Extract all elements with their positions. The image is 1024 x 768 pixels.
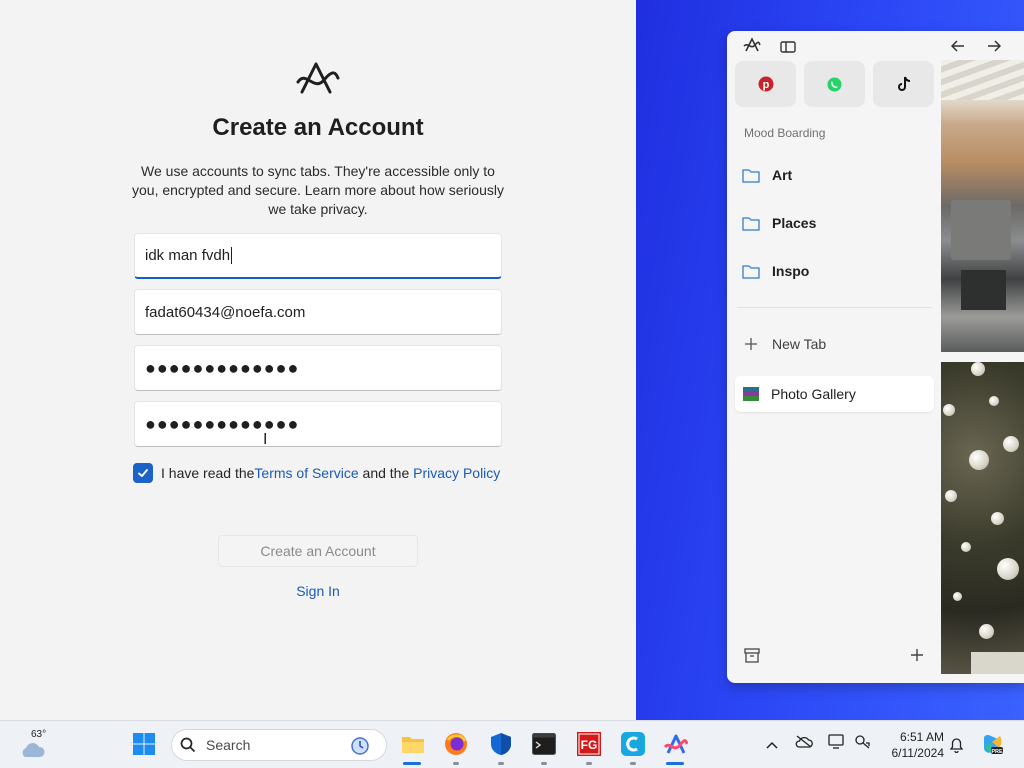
add-space-plus-icon[interactable] [910, 648, 924, 667]
whatsapp-favorite[interactable] [804, 61, 865, 107]
back-arrow-icon[interactable] [950, 39, 965, 57]
signup-description: We use accounts to sync tabs. They're ac… [132, 163, 504, 217]
file-explorer-button[interactable] [400, 731, 426, 757]
network-icon[interactable] [854, 734, 870, 754]
arc-logo-icon [296, 62, 340, 94]
new-tab-label: New Tab [772, 336, 827, 352]
onedrive-icon[interactable] [795, 735, 813, 753]
tiktok-favorite[interactable] [873, 61, 934, 107]
windows-logo-icon [133, 733, 155, 755]
clock-date: 6/11/2024 [891, 746, 945, 760]
password-field[interactable]: ●●●●●●●●●●●●● [134, 345, 502, 391]
taskbar-search[interactable]: Search [171, 729, 387, 761]
pinterest-favorite[interactable]: p [735, 61, 796, 107]
tab-photo-gallery[interactable]: Photo Gallery [735, 376, 934, 412]
copilot-icon[interactable]: PRE [980, 732, 1004, 761]
name-field-value: idk man fvdh [145, 247, 231, 264]
svg-text:PRE: PRE [991, 749, 1003, 755]
running-indicator [453, 762, 459, 765]
system-clock[interactable]: 6:51 AM 6/11/2024 [882, 729, 945, 761]
folder-places[interactable]: Places [742, 212, 816, 234]
browser-window: p Mood Boarding Art Places Inspo New Tab [727, 31, 1024, 683]
folder-icon [742, 169, 760, 183]
display-icon[interactable] [828, 734, 844, 754]
cloud-icon [22, 743, 45, 757]
search-icon [180, 737, 196, 753]
password-field-value: ●●●●●●●●●●●●● [145, 357, 300, 378]
terms-of-service-link[interactable]: Terms of Service [254, 465, 358, 481]
folder-icon [402, 737, 424, 753]
folder-label: Places [772, 215, 817, 231]
whatsapp-icon [827, 76, 842, 92]
tab-label: Photo Gallery [771, 386, 856, 402]
firefox-button[interactable] [443, 731, 469, 757]
folder-inspo[interactable]: Inspo [742, 260, 809, 282]
firefox-icon [445, 733, 467, 755]
photo-gallery-favicon-icon [743, 387, 759, 401]
terminal-button[interactable] [531, 731, 557, 757]
arc-browser-button[interactable] [663, 731, 689, 757]
running-indicator [586, 762, 592, 765]
sign-in-link[interactable]: Sign In [0, 583, 636, 599]
shield-icon [491, 733, 511, 755]
folder-art[interactable]: Art [742, 164, 792, 186]
confirm-password-field[interactable]: ●●●●●●●●●●●●● [134, 401, 502, 447]
browser-sidebar: p Mood Boarding Art Places Inspo New Tab [727, 31, 941, 683]
chevron-up-icon[interactable] [766, 736, 778, 754]
active-indicator [403, 762, 421, 765]
text-caret [231, 247, 233, 264]
new-tab-button[interactable]: New Tab [744, 336, 826, 352]
weather-temp: 63° [31, 729, 47, 740]
folder-icon [742, 265, 760, 279]
archive-icon[interactable] [744, 648, 760, 668]
clock-time: 6:51 AM [899, 730, 944, 744]
tiktok-icon [897, 76, 910, 91]
plus-icon [745, 338, 757, 350]
search-placeholder: Search [206, 737, 251, 753]
gallery-photo-lights [941, 362, 1024, 674]
fg-app-button[interactable]: FG [576, 731, 602, 757]
confirm-password-field-value: ●●●●●●●●●●●●● [145, 413, 300, 434]
create-account-button[interactable]: Create an Account [218, 535, 418, 567]
running-indicator [630, 762, 636, 765]
forward-arrow-icon[interactable] [987, 39, 1002, 57]
ibeam-cursor-icon: I [263, 431, 268, 448]
active-indicator [666, 762, 684, 765]
c-app-icon [621, 732, 645, 756]
defender-button[interactable] [488, 731, 514, 757]
page-title: Create an Account [212, 114, 424, 141]
privacy-policy-link[interactable]: Privacy Policy [413, 465, 500, 481]
terms-checkbox[interactable] [133, 463, 153, 483]
sidebar-divider [737, 307, 932, 308]
checkmark-icon [138, 469, 148, 477]
terms-row: I have read the Terms of Service and the… [133, 463, 500, 483]
folder-label: Inspo [772, 263, 810, 279]
name-field[interactable]: idk man fvdh [134, 233, 502, 279]
terminal-icon [532, 733, 556, 755]
svg-text:p: p [762, 79, 769, 91]
start-button[interactable] [131, 731, 157, 757]
email-field-value: fadat60434@noefa.com [145, 303, 306, 321]
svg-text:FG: FG [581, 738, 598, 752]
taskbar: 63° Search FG 6:51 AM 6/11/2024 PRE [0, 720, 1024, 768]
gallery-photo-aerial [941, 60, 1024, 352]
terms-prefix: I have read the [161, 465, 255, 481]
terms-middle: and the [358, 465, 414, 481]
running-indicator [498, 762, 504, 765]
arc-browser-icon [664, 734, 688, 754]
search-highlight-icon [351, 737, 369, 755]
folder-icon [742, 217, 760, 231]
fg-app-icon: FG [577, 732, 601, 756]
email-field[interactable]: fadat60434@noefa.com [134, 289, 502, 335]
running-indicator [541, 762, 547, 765]
space-label: Mood Boarding [744, 126, 826, 140]
signup-pane: Create an Account We use accounts to syn… [0, 0, 640, 720]
notification-bell-icon[interactable] [949, 736, 964, 758]
pinterest-icon: p [758, 76, 773, 92]
torn-edge-divider [630, 0, 636, 720]
folder-label: Art [772, 167, 793, 183]
c-app-button[interactable] [620, 731, 646, 757]
